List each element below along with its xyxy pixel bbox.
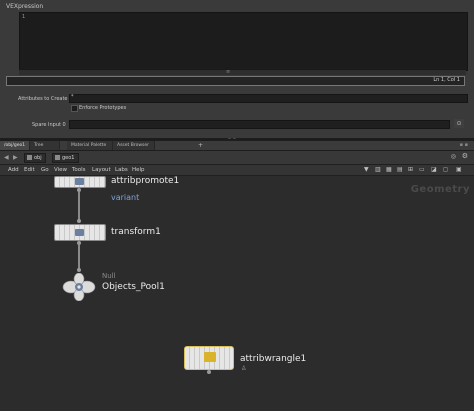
attribpromote-icon xyxy=(75,178,84,185)
node-comment: variant xyxy=(111,193,140,202)
gear-icon[interactable]: ⚙ xyxy=(462,152,468,160)
layout-icon[interactable]: ▤ xyxy=(397,166,403,174)
menu-go[interactable]: Go xyxy=(41,165,49,175)
network-box-icon[interactable]: ▭ xyxy=(419,166,425,174)
tab-material-palette[interactable]: Material Palette xyxy=(67,141,113,150)
add-tab-icon[interactable]: + xyxy=(198,141,203,150)
arrange-icon[interactable]: ⊞ xyxy=(408,166,413,174)
forward-icon[interactable]: ▶ xyxy=(13,154,18,161)
menu-help[interactable]: Help xyxy=(132,165,145,175)
tab-label: /obj/geo1 xyxy=(4,143,26,148)
sticky-note-icon[interactable]: ◪ xyxy=(431,166,437,174)
transform-name[interactable]: transform1 xyxy=(111,227,161,237)
back-icon[interactable]: ◀ xyxy=(4,154,9,161)
input-connector[interactable] xyxy=(77,268,81,272)
attributes-to-create-label: Attributes to Create xyxy=(18,96,68,102)
enforce-prototypes-label: Enforce Prototypes xyxy=(79,105,127,111)
attribpromote-name[interactable]: attribpromote1 xyxy=(111,176,179,186)
menu-edit[interactable]: Edit xyxy=(24,165,35,175)
null-name[interactable]: Objects_Pool1 xyxy=(102,282,165,292)
menu-view[interactable]: View xyxy=(54,165,67,175)
vex-code-editor[interactable] xyxy=(19,12,468,71)
vexpression-label: VEXpression xyxy=(6,3,44,10)
tab-tree-view[interactable]: Tree View xyxy=(30,141,60,157)
spare-input-label: Spare Input 0 xyxy=(32,122,66,128)
null-node[interactable] xyxy=(62,273,96,301)
pin-icon[interactable]: ◎ xyxy=(451,153,456,160)
color-palette-icon[interactable]: ▣ xyxy=(456,166,462,174)
pane-options-icon[interactable]: ▪ ▪ xyxy=(460,141,468,150)
attribwrangle-name[interactable]: attribwrangle1 xyxy=(240,354,306,364)
breadcrumb-obj[interactable]: obj xyxy=(24,153,46,163)
menu-labs[interactable]: Labs xyxy=(115,165,128,175)
tab-asset-browser[interactable]: Asset Browser xyxy=(113,141,155,150)
tab-label: Material Palette xyxy=(71,143,107,148)
attributes-to-create-input[interactable] xyxy=(69,94,468,103)
breadcrumb-geo1[interactable]: geo1 xyxy=(52,153,79,163)
display-icon[interactable]: ▥ xyxy=(375,166,381,174)
menu-add[interactable]: Add xyxy=(8,165,19,175)
editor-scrollbar[interactable] xyxy=(19,69,466,75)
input-connector[interactable] xyxy=(77,219,81,223)
menu-layout[interactable]: Layout xyxy=(92,165,111,175)
resize-handle-icon[interactable]: ≡ xyxy=(226,69,230,75)
node-chooser-icon[interactable]: ⊙ xyxy=(454,119,464,128)
line-number: 1 xyxy=(22,14,26,20)
grid-icon[interactable]: ▦ xyxy=(386,166,392,174)
output-connector[interactable] xyxy=(207,370,211,374)
flag-icon[interactable]: ▼ xyxy=(364,166,369,174)
tab-label: Asset Browser xyxy=(117,143,149,148)
view-options-icon[interactable]: ◻ xyxy=(443,166,448,174)
null-type-label: Null xyxy=(102,272,116,280)
attributes-to-create-value: * xyxy=(71,94,74,100)
transform-icon xyxy=(75,229,84,236)
editor-status-bar xyxy=(6,76,465,86)
cursor-position: Ln 1, Col 1 xyxy=(433,77,460,83)
context-watermark: Geometry xyxy=(410,184,470,195)
tab-network[interactable]: /obj/geo1 xyxy=(0,141,30,150)
enforce-prototypes-checkbox[interactable] xyxy=(71,105,78,112)
obj-context-icon xyxy=(27,155,32,160)
spare-input-field[interactable] xyxy=(69,120,450,129)
lock-icon: ♙ xyxy=(241,365,247,372)
connection-wire[interactable] xyxy=(78,192,80,221)
wrangle-icon xyxy=(204,352,216,362)
menu-tools[interactable]: Tools xyxy=(72,165,86,175)
geo-context-icon xyxy=(55,155,60,160)
